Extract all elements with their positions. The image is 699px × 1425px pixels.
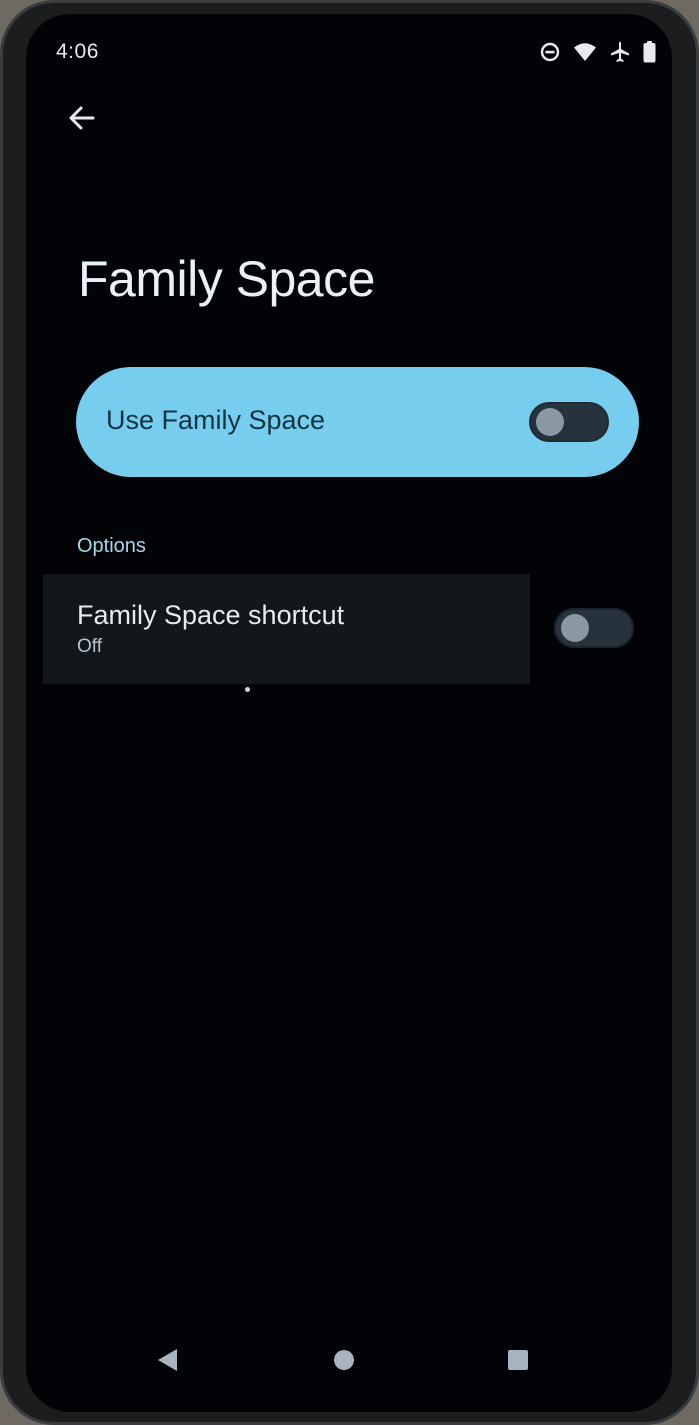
battery-icon [643,41,656,63]
touch-indicator [245,687,250,692]
shortcut-title: Family Space shortcut [77,600,345,630]
status-icons [540,40,656,64]
status-time: 4:06 [56,40,99,63]
page-title: Family Space [78,251,375,307]
nav-recents-icon [507,1349,529,1376]
nav-home-icon [333,1349,355,1376]
airplane-mode-icon [610,41,630,63]
do-not-disturb-icon [540,42,560,62]
toggle-thumb [536,408,564,436]
family-space-shortcut-row[interactable]: Family Space shortcut Off [43,574,530,684]
nav-recents-button[interactable] [502,1346,534,1378]
use-family-space-toggle[interactable] [529,402,609,442]
nav-back-button[interactable] [152,1346,184,1378]
wifi-icon [573,42,597,62]
main-switch-label: Use Family Space [106,405,326,435]
nav-home-button[interactable] [328,1346,360,1378]
family-space-shortcut-toggle[interactable] [554,608,634,648]
navigation-bar [26,1332,672,1392]
main-switch-card[interactable]: Use Family Space [76,367,639,477]
arrow-back-icon [67,103,97,138]
back-button[interactable] [62,100,102,140]
nav-back-icon [156,1347,180,1378]
shortcut-summary: Off [77,636,102,657]
toggle-thumb [561,614,589,642]
options-section-header: Options [77,535,146,557]
device-screen: 4:06 Family Space Use Family Space Optio… [26,14,672,1412]
